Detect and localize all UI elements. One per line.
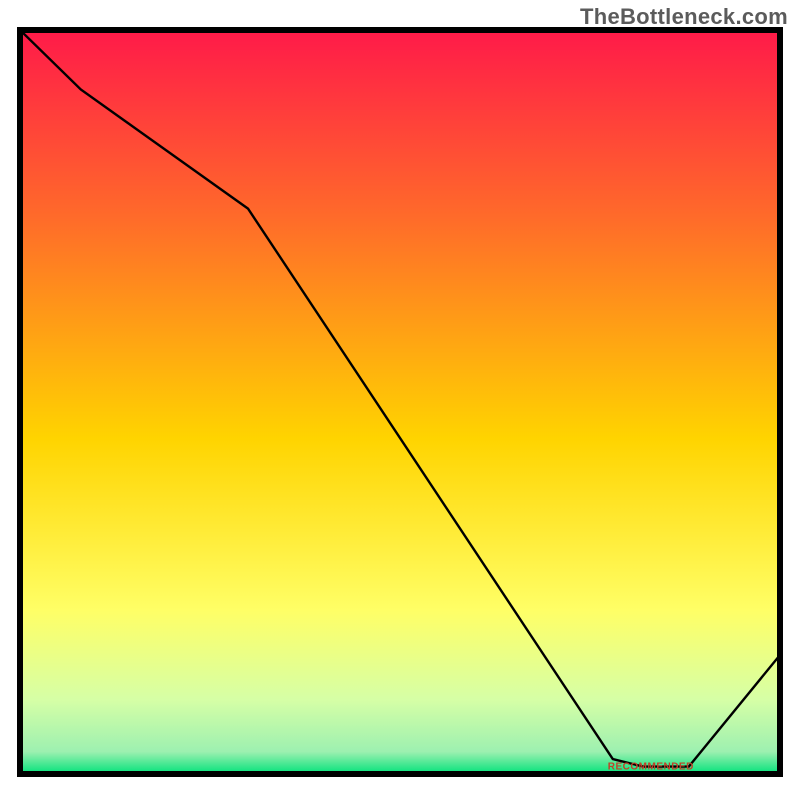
bottleneck-chart: RECOMMENDED (0, 0, 800, 800)
plot-background (20, 30, 780, 774)
chart-container: TheBottleneck.com RECOMMENDED (0, 0, 800, 800)
recommended-label: RECOMMENDED (608, 762, 694, 773)
attribution-text: TheBottleneck.com (580, 4, 788, 30)
